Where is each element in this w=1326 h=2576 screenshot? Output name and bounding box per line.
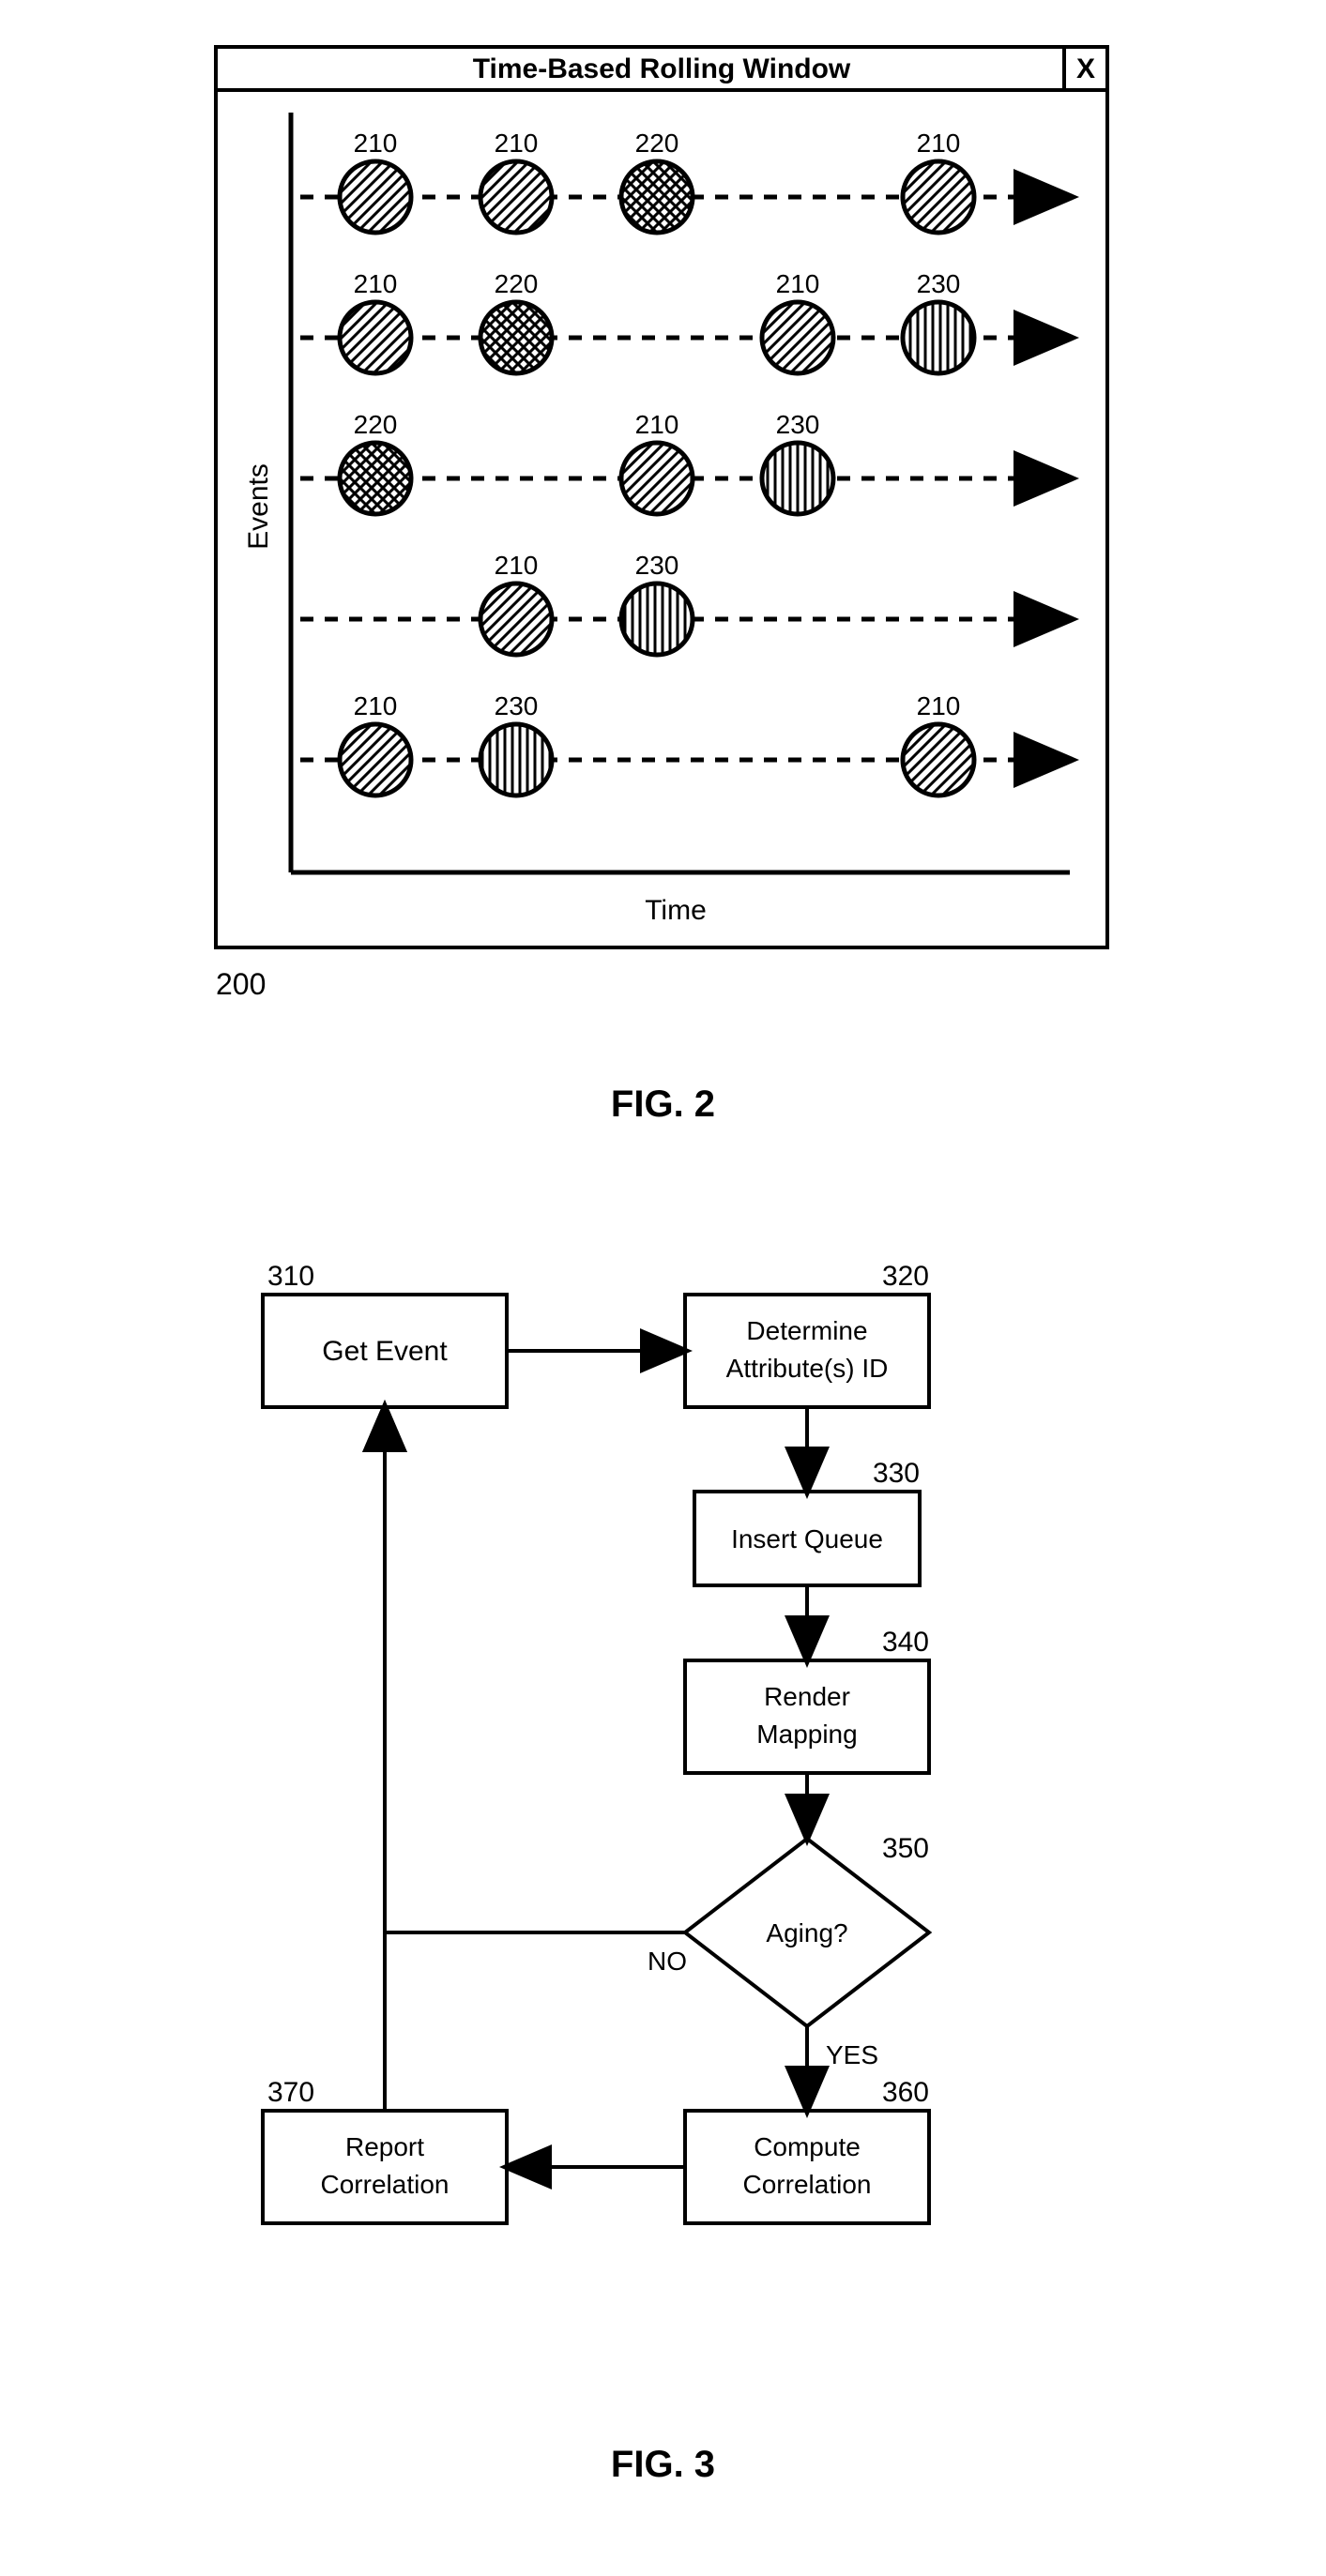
node-insert-queue-ref: 330: [873, 1458, 920, 1489]
node-render-mapping-ref: 340: [882, 1627, 929, 1658]
fig2-ref-num: 200: [216, 967, 266, 1001]
event-circle: [340, 302, 411, 373]
event-circle: [340, 724, 411, 796]
node-get-event-label: Get Event: [322, 1336, 448, 1367]
node-aging-ref: 350: [882, 1833, 929, 1864]
x-axis-label: Time: [645, 895, 707, 926]
event-circle: [762, 443, 833, 514]
event-label: 210: [495, 129, 539, 158]
svg-text:Correlation: Correlation: [743, 2170, 872, 2199]
node-report-correlation-ref: 370: [267, 2077, 314, 2108]
event-label: 210: [495, 551, 539, 580]
svg-text:Correlation: Correlation: [321, 2170, 450, 2199]
fig2-diagram: Time-Based Rolling Window X Events Time …: [0, 38, 1326, 1051]
event-circle: [903, 724, 974, 796]
event-circle: [480, 724, 552, 796]
fig2-caption: FIG. 2: [0, 1083, 1326, 1126]
event-label: 210: [354, 691, 398, 720]
event-circle: [340, 161, 411, 233]
event-circle: [903, 302, 974, 373]
svg-text:Mapping: Mapping: [756, 1720, 857, 1749]
event-circle: [480, 302, 552, 373]
event-circle: [762, 302, 833, 373]
node-determine-attr-ref: 320: [882, 1261, 929, 1292]
event-label: 230: [776, 410, 820, 439]
event-label: 220: [354, 410, 398, 439]
event-label: 230: [495, 691, 539, 720]
svg-text:Compute: Compute: [754, 2132, 861, 2161]
window-title: Time-Based Rolling Window: [473, 53, 851, 84]
edge-no-label: NO: [648, 1947, 687, 1976]
event-circle: [340, 443, 411, 514]
event-circle: [621, 583, 693, 655]
svg-text:Attribute(s) ID: Attribute(s) ID: [726, 1354, 889, 1383]
event-circle: [480, 161, 552, 233]
event-label: 230: [917, 269, 961, 298]
event-label: 210: [354, 129, 398, 158]
event-label: 210: [354, 269, 398, 298]
close-label: X: [1076, 53, 1095, 84]
event-label: 210: [776, 269, 820, 298]
svg-text:Determine: Determine: [746, 1316, 867, 1345]
node-get-event-ref: 310: [267, 1261, 314, 1292]
y-axis-label: Events: [243, 463, 274, 550]
node-get-event: Get Event 310: [263, 1261, 507, 1407]
event-label: 210: [635, 410, 679, 439]
svg-text:Render: Render: [764, 1682, 850, 1711]
event-circle: [903, 161, 974, 233]
node-aging-decision: Aging? 350: [685, 1833, 929, 2026]
node-aging-label: Aging?: [766, 1918, 847, 1947]
event-label: 210: [917, 691, 961, 720]
event-label: 230: [635, 551, 679, 580]
event-label: 220: [635, 129, 679, 158]
event-label: 220: [495, 269, 539, 298]
edge-yes-label: YES: [826, 2040, 878, 2069]
event-label: 210: [917, 129, 961, 158]
event-circle: [480, 583, 552, 655]
fig3-caption: FIG. 3: [0, 2444, 1326, 2486]
event-circle: [621, 161, 693, 233]
event-circle: [621, 443, 693, 514]
node-insert-queue-label: Insert Queue: [731, 1524, 883, 1553]
node-compute-correlation-ref: 360: [882, 2077, 929, 2108]
svg-text:Report: Report: [345, 2132, 424, 2161]
fig3-flowchart: Get Event 310 Determine Attribute(s) ID …: [0, 1238, 1326, 2411]
